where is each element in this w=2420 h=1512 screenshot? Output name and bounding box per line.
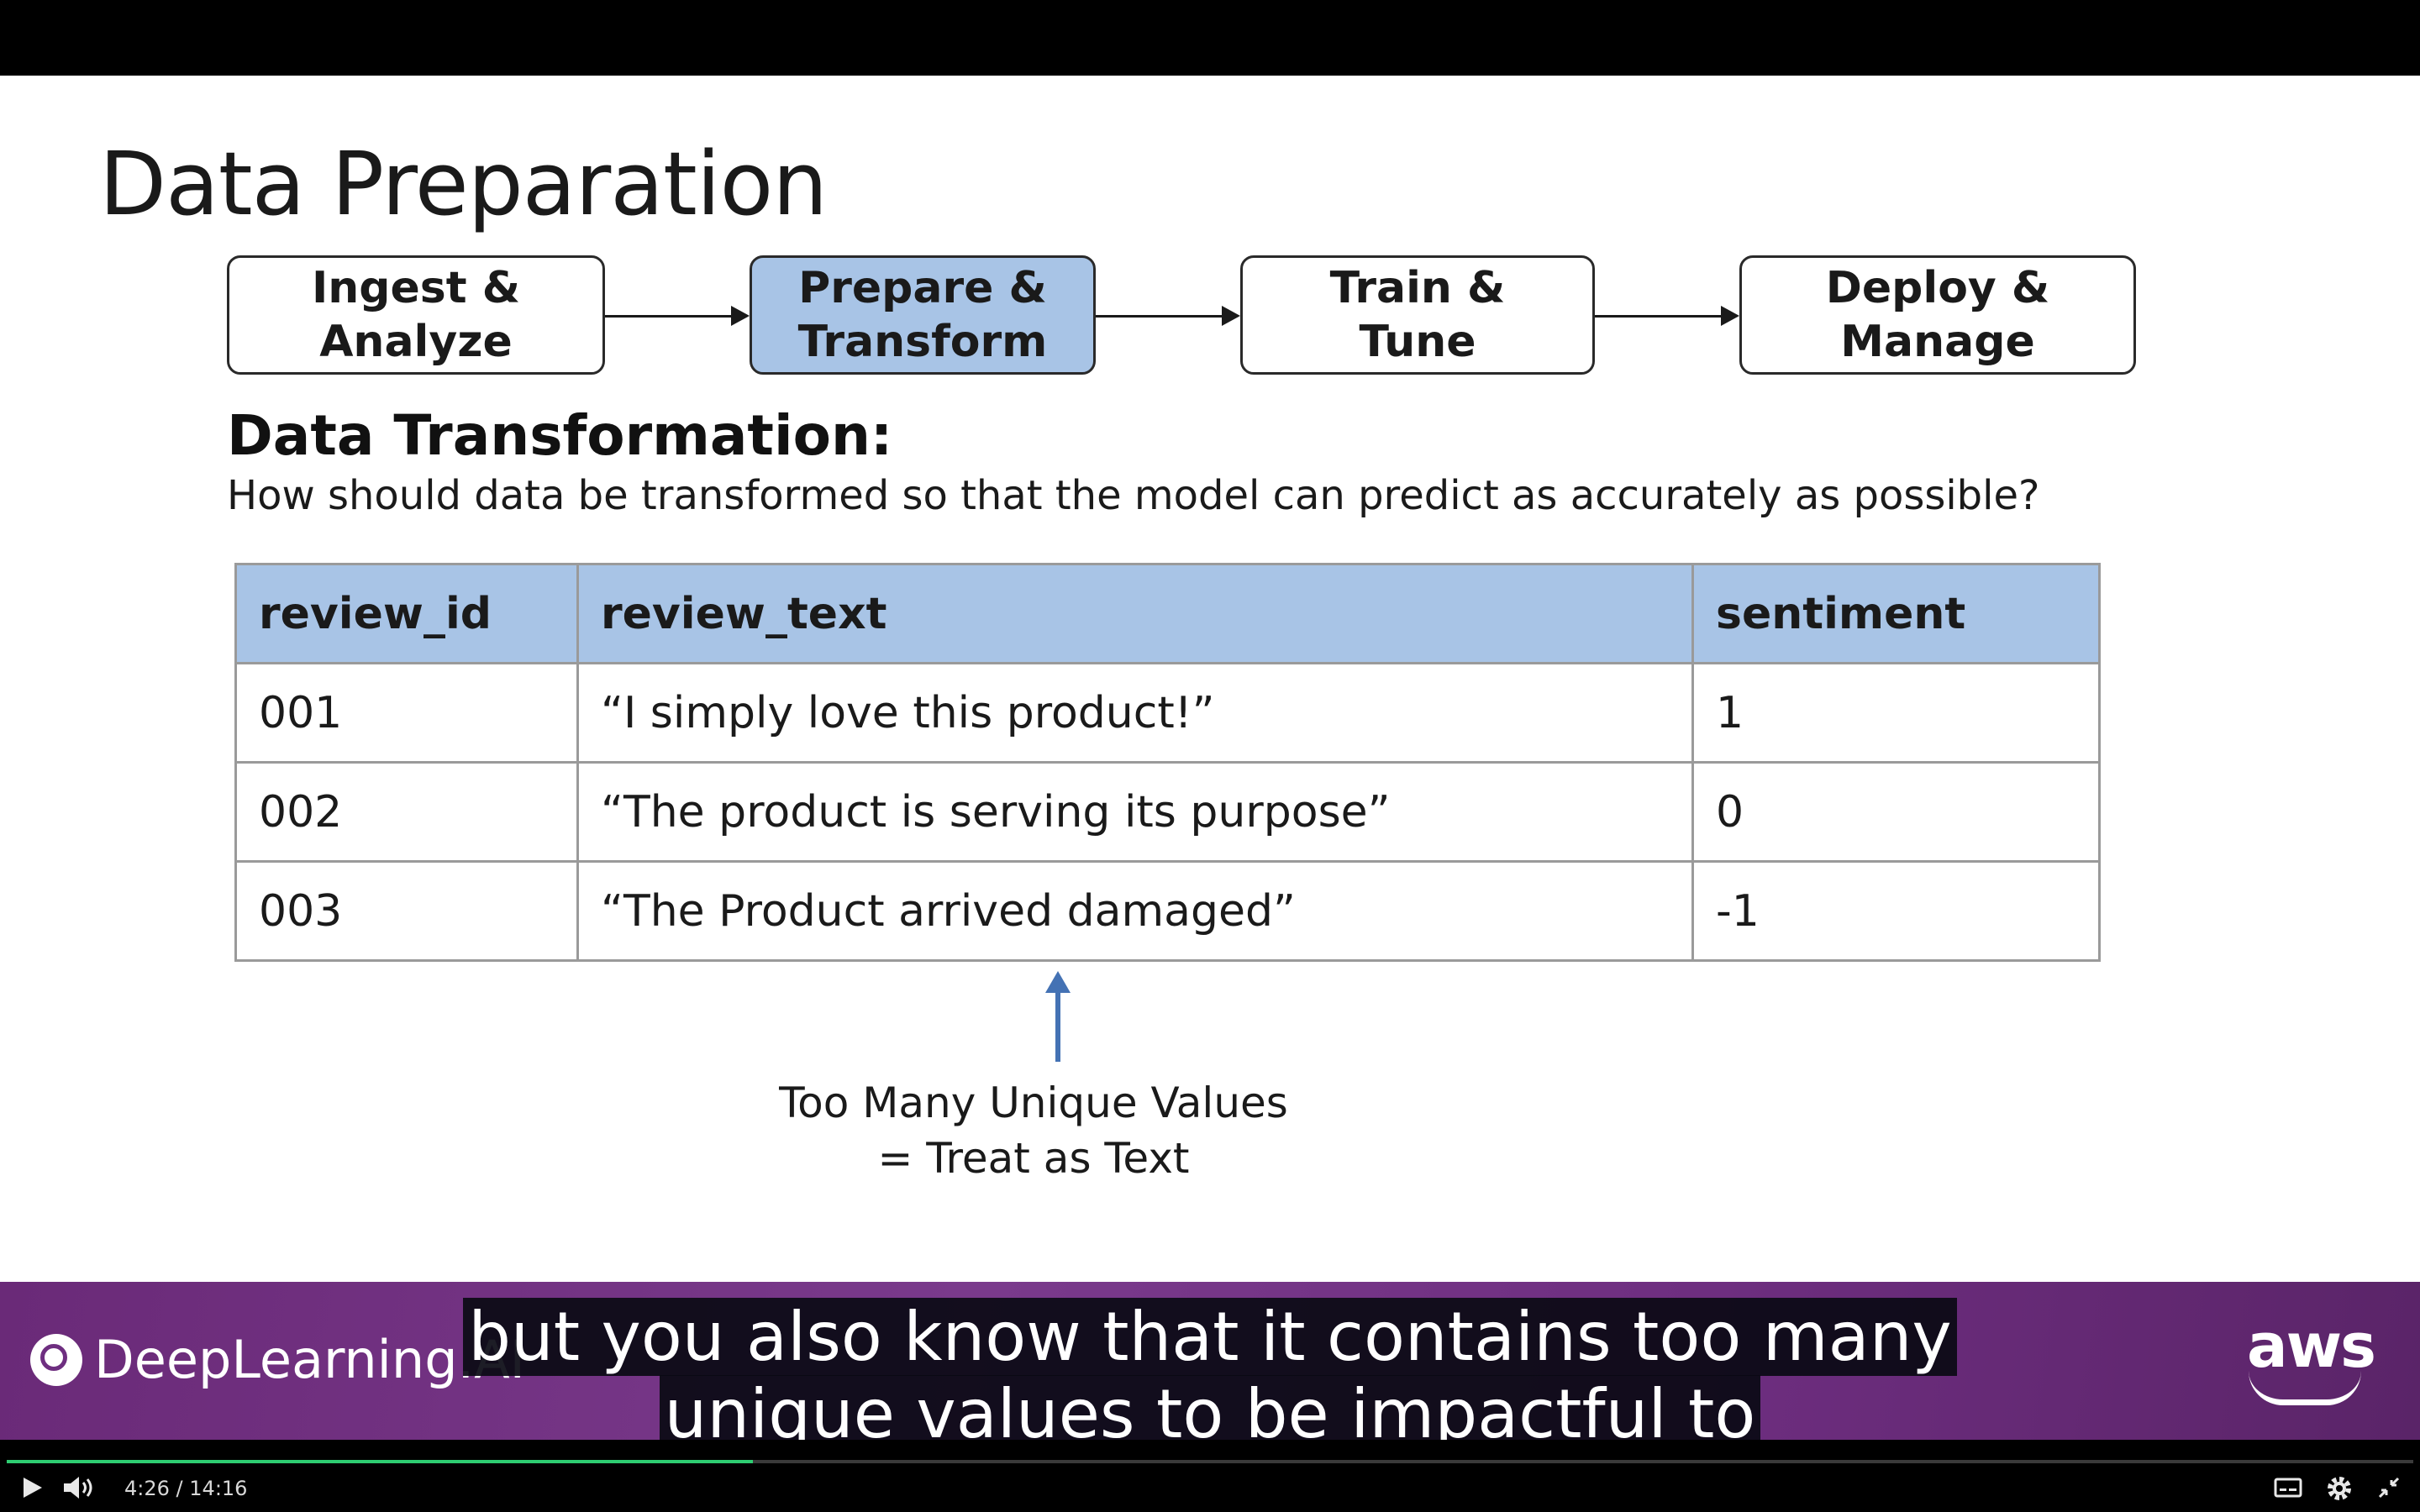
- pipeline-step-prepare: Prepare & Transform: [750, 255, 1096, 375]
- progress-fill: [7, 1460, 753, 1463]
- top-letterbox: [0, 0, 2420, 76]
- pipeline-arrow: [1595, 306, 1739, 326]
- pipeline-step-ingest: Ingest & Analyze: [227, 255, 605, 375]
- up-arrow-icon: [1045, 971, 1071, 1062]
- captions-icon[interactable]: [2274, 1475, 2302, 1504]
- table-row: 001 “I simply love this product!” 1: [234, 662, 2101, 764]
- note-line: Too Many Unique Values: [779, 1079, 1288, 1127]
- annotation-note: Too Many Unique Values = Treat as Text: [739, 1075, 1328, 1186]
- table-row: 003 “The Product arrived damaged” -1: [234, 860, 2101, 962]
- time-separator: /: [176, 1477, 183, 1500]
- table-row: 002 “The product is serving its purpose”…: [234, 761, 2101, 863]
- table-cell: “The Product arrived damaged”: [576, 860, 1694, 962]
- table-cell: “I simply love this product!”: [576, 662, 1694, 764]
- table-cell: 0: [1691, 761, 2101, 863]
- column-header: review_text: [576, 563, 1694, 664]
- section-heading: Data Transformation:: [227, 403, 893, 468]
- table-cell: -1: [1691, 860, 2101, 962]
- table-cell: 1: [1691, 662, 2101, 764]
- time-display: 4:26 / 14:16: [124, 1477, 247, 1500]
- table-cell: 002: [234, 761, 579, 863]
- settings-icon[interactable]: [2326, 1475, 2353, 1505]
- column-header: review_id: [234, 563, 579, 664]
- video-controls-bar: [0, 1440, 2420, 1512]
- video-slide: Data Preparation Ingest & Analyze Prepar…: [0, 76, 2420, 1282]
- caption-line: but you also know that it contains too m…: [463, 1298, 1957, 1376]
- exit-fullscreen-icon[interactable]: [2376, 1475, 2402, 1504]
- table-cell: “The product is serving its purpose”: [576, 761, 1694, 863]
- progress-bar[interactable]: [7, 1460, 2413, 1463]
- subtitle-captions: but you also know that it contains too m…: [0, 1298, 2420, 1453]
- duration: 14:16: [189, 1477, 248, 1500]
- note-line: = Treat as Text: [877, 1134, 1190, 1183]
- review-table: review_id review_text sentiment 001 “I s…: [234, 563, 2101, 962]
- table-cell: 001: [234, 662, 579, 764]
- column-header: sentiment: [1691, 563, 2101, 664]
- current-time: 4:26: [124, 1477, 170, 1500]
- table-cell: 003: [234, 860, 579, 962]
- slide-title: Data Preparation: [99, 133, 828, 235]
- pipeline-arrow: [1096, 306, 1240, 326]
- pipeline-step-deploy: Deploy & Manage: [1739, 255, 2136, 375]
- volume-icon[interactable]: [62, 1475, 96, 1504]
- play-icon[interactable]: [20, 1475, 44, 1504]
- pipeline-step-train: Train & Tune: [1240, 255, 1595, 375]
- pipeline-arrow: [605, 306, 750, 326]
- section-question: How should data be transformed so that t…: [227, 472, 2040, 519]
- table-header-row: review_id review_text sentiment: [234, 563, 2101, 664]
